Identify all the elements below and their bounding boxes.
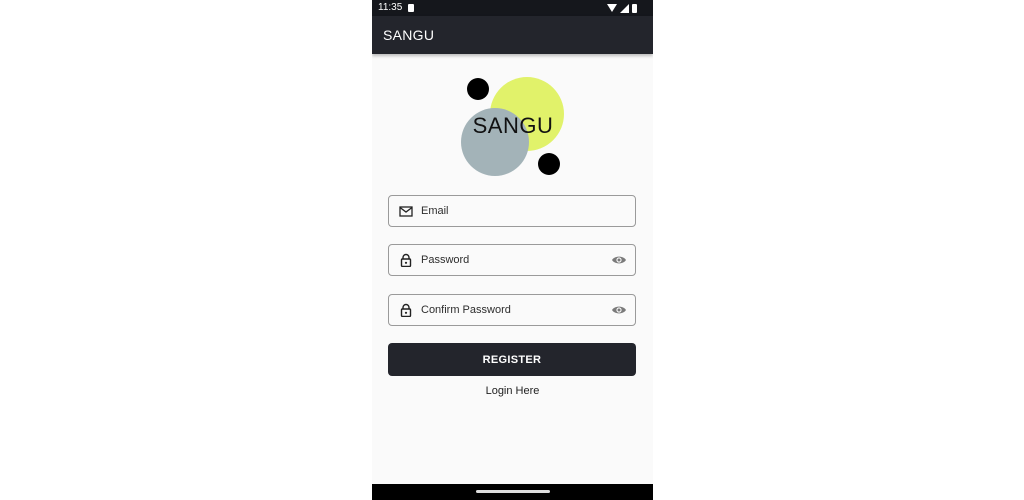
- sim-card-icon: [408, 4, 414, 12]
- app-bar: SANGU: [372, 16, 653, 54]
- cell-signal-icon: [620, 3, 629, 13]
- status-bar: 11:35: [372, 0, 653, 16]
- confirm-password-input[interactable]: [421, 295, 601, 324]
- eye-icon[interactable]: [611, 254, 627, 266]
- confirm-password-field[interactable]: [388, 294, 636, 326]
- login-here-link[interactable]: Login Here: [372, 385, 653, 397]
- lock-icon: [400, 303, 412, 317]
- email-field[interactable]: [388, 195, 636, 227]
- status-time: 11:35: [378, 2, 403, 13]
- sangu-logo: SANGU: [458, 73, 568, 183]
- app-title: SANGU: [383, 27, 435, 43]
- lock-icon: [400, 253, 412, 267]
- logo-black-dot-top: [467, 78, 489, 100]
- status-icons: [607, 3, 637, 13]
- register-button[interactable]: REGISTER: [388, 343, 636, 376]
- home-gesture-handle[interactable]: [476, 490, 550, 493]
- logo-black-dot-bottom: [538, 153, 560, 175]
- email-input[interactable]: [421, 196, 601, 225]
- wifi-icon: [607, 4, 617, 12]
- phone-screen: 11:35 SANGU SANGU Email REGISTER Login H…: [372, 0, 653, 500]
- mail-icon: [399, 206, 413, 217]
- eye-icon[interactable]: [611, 304, 627, 316]
- logo-text: SANGU: [472, 113, 554, 138]
- password-input[interactable]: [421, 245, 601, 274]
- system-nav-bar: [372, 484, 653, 500]
- password-field[interactable]: [388, 244, 636, 276]
- battery-icon: [632, 3, 637, 13]
